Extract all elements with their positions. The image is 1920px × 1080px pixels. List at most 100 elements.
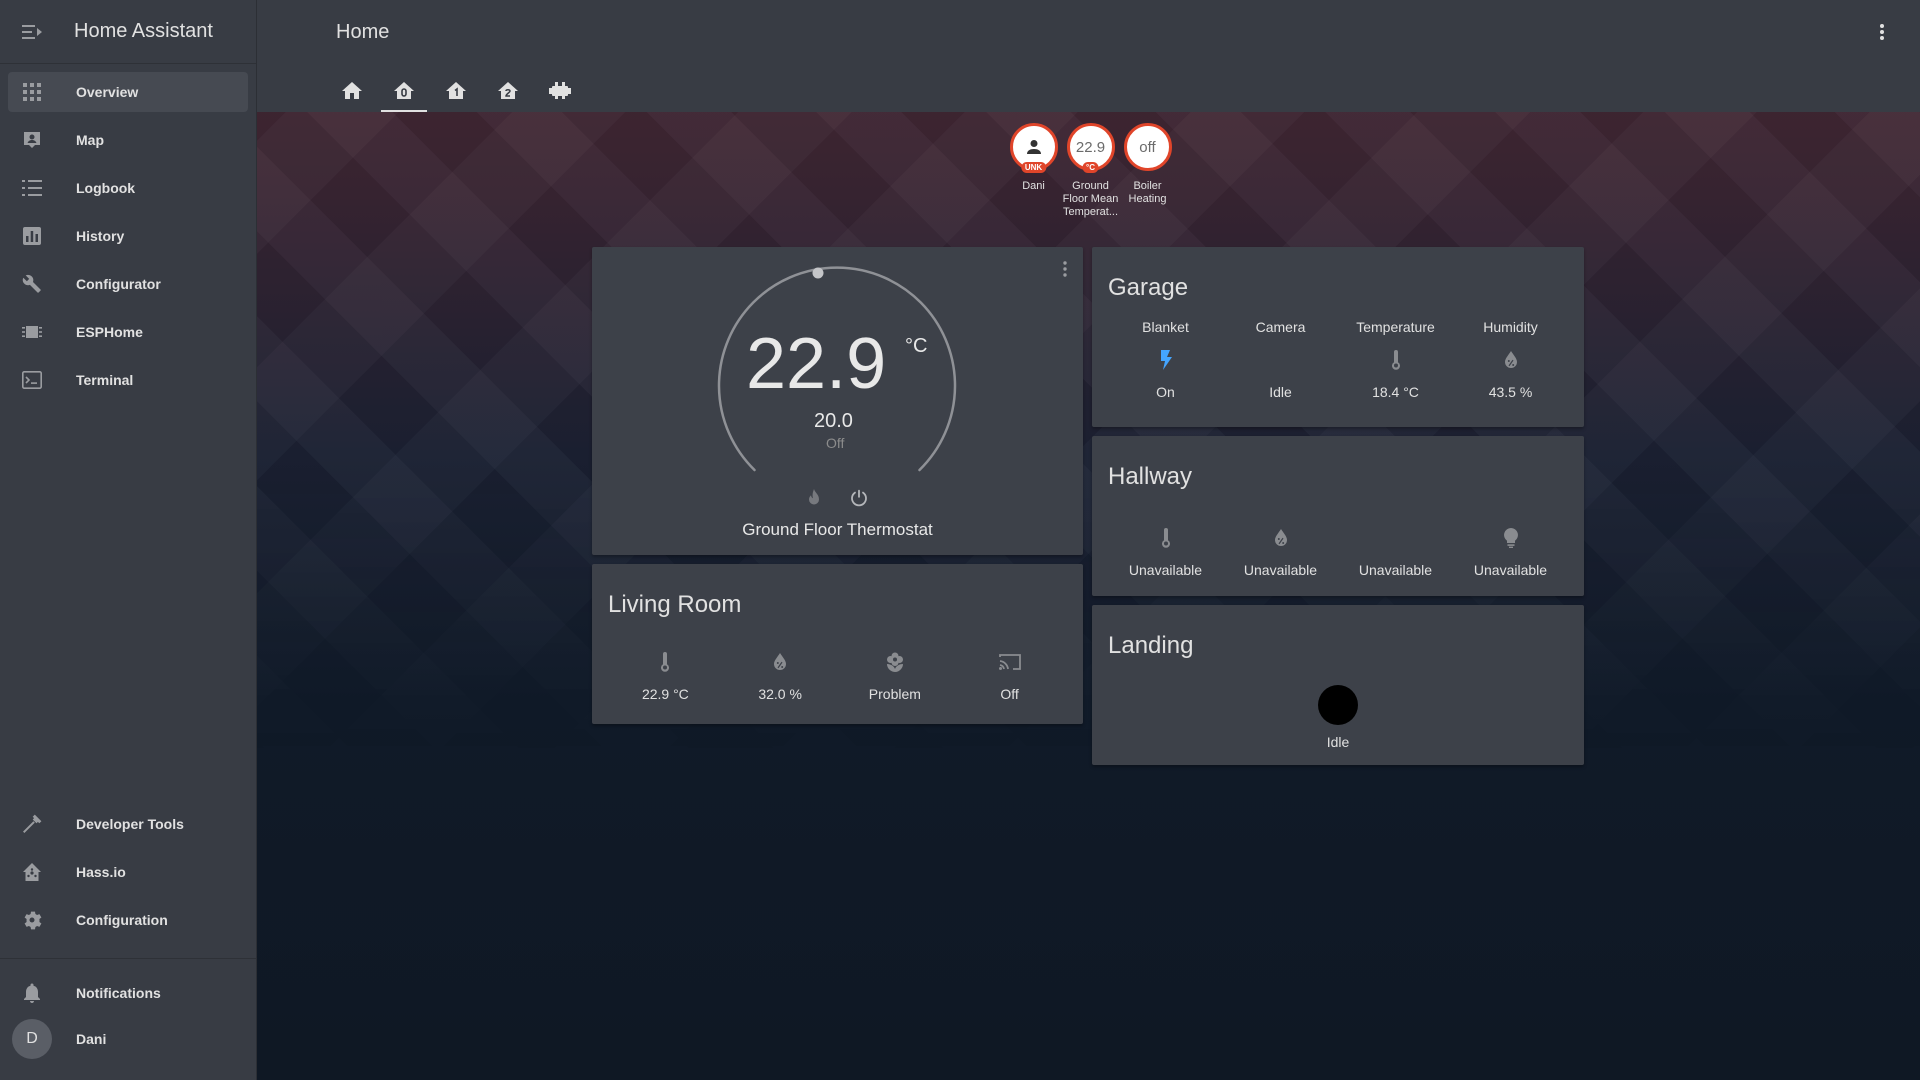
sidebar-nav: Overview Map Logbook History Configurato… [0, 72, 256, 400]
garage-blanket[interactable]: Blanket On [1108, 319, 1223, 400]
sidebar-item-logbook[interactable]: Logbook [8, 168, 248, 208]
temperature-unit: °C [905, 335, 928, 357]
entity-avatar [1318, 685, 1358, 725]
page-title: Home [336, 21, 390, 43]
dial-handle[interactable] [812, 267, 824, 279]
sidebar-item-notifications[interactable]: Notifications [8, 973, 248, 1013]
sidebar-item-label: Configuration [76, 912, 168, 928]
hallway-entity-3[interactable]: Unavailable [1338, 526, 1453, 578]
card-title: Living Room [608, 591, 742, 618]
thermometer-icon [659, 650, 671, 674]
sidebar-bottom-nav: Developer Tools Hass.io Configuration [0, 804, 256, 940]
dots-vertical-icon [1880, 24, 1884, 40]
flower-icon [886, 650, 904, 674]
badge-value: 22.9 [1075, 138, 1106, 156]
account-icon [1026, 140, 1041, 154]
heat-mode-button[interactable] [806, 489, 822, 512]
sidebar: Home Assistant Overview Map Logbook Hist… [0, 0, 257, 1080]
badge-row: UNK Dani 22.9 °C Ground Floor Mean Tempe… [1005, 123, 1176, 219]
entity-state: Idle [1326, 734, 1350, 750]
card-more-button[interactable] [1063, 261, 1067, 282]
main-area: Home UNK Dani 22.9 °C Ground Floor Mean … [257, 0, 1920, 1080]
badge-circle: 22.9 °C [1066, 123, 1115, 173]
tab-home[interactable] [326, 68, 378, 112]
badge-dani[interactable]: UNK Dani [1005, 123, 1062, 219]
power-button[interactable] [850, 489, 868, 512]
home-floor-2-icon [498, 82, 518, 99]
hallway-humidity[interactable]: Unavailable [1223, 526, 1338, 578]
tab-first-floor[interactable] [430, 68, 482, 112]
tab-boiler[interactable] [534, 68, 586, 112]
sidebar-item-configurator[interactable]: Configurator [8, 264, 248, 304]
sidebar-item-hassio[interactable]: Hass.io [8, 852, 248, 892]
bell-icon [12, 983, 52, 1003]
garage-camera[interactable]: Camera Idle [1223, 319, 1338, 400]
sidebar-item-configuration[interactable]: Configuration [8, 900, 248, 940]
entity-state: 43.5 % [1488, 384, 1533, 400]
living-room-humidity[interactable]: 32.0 % [723, 650, 838, 702]
thermostat-card: 22.9 °C 20.0 Off Ground Floor Thermostat [592, 247, 1083, 555]
list-icon [12, 179, 52, 197]
card-title: Hallway [1108, 463, 1193, 490]
entity-state: Off [1000, 686, 1019, 702]
badge-boiler-heating[interactable]: off Boiler Heating [1119, 123, 1176, 219]
water-percent-icon [773, 650, 787, 674]
sidebar-item-label: Developer Tools [76, 816, 184, 832]
hammer-icon [12, 814, 52, 834]
tab-ground-floor[interactable] [378, 68, 430, 112]
living-room-temperature[interactable]: 22.9 °C [608, 650, 723, 702]
sidebar-item-label: Logbook [76, 180, 136, 196]
badge-ground-floor-mean-temp[interactable]: 22.9 °C Ground Floor Mean Temperat... [1062, 123, 1119, 219]
sidebar-item-terminal[interactable]: Terminal [8, 360, 248, 400]
card-title: Garage [1108, 274, 1189, 301]
badge-label: Boiler Heating [1128, 180, 1167, 205]
hallway-light[interactable]: Unavailable [1453, 526, 1568, 578]
landing-entity[interactable]: Idle [1092, 685, 1584, 750]
card-title: Landing [1108, 632, 1194, 659]
chip-icon [12, 322, 52, 342]
wrench-icon [12, 274, 52, 294]
sidebar-item-overview[interactable]: Overview [8, 72, 248, 112]
entity-name: Camera [1255, 319, 1306, 335]
badge-circle: UNK [1009, 123, 1058, 173]
entity-state: 18.4 °C [1372, 384, 1419, 400]
top-app-bar: Home [257, 0, 1920, 112]
tab-second-floor[interactable] [482, 68, 534, 112]
entity-row: Unavailable Unavailable Unavailable Unav… [1108, 526, 1568, 578]
sidebar-item-map[interactable]: Map [8, 120, 248, 160]
sidebar-header: Home Assistant [0, 0, 256, 64]
menu-collapse-button[interactable] [0, 0, 64, 64]
entity-name: Temperature [1356, 319, 1435, 335]
entity-state: Unavailable [1128, 562, 1203, 578]
sidebar-item-history[interactable]: History [8, 216, 248, 256]
app-title: Home Assistant [74, 20, 213, 42]
sidebar-item-label: Overview [76, 84, 139, 100]
badge-label: Ground Floor Mean Temperat... [1062, 180, 1119, 218]
overflow-menu-button[interactable] [1870, 20, 1894, 44]
factory-icon [549, 82, 571, 99]
sidebar-item-label: Notifications [76, 985, 161, 1001]
garage-humidity[interactable]: Humidity 43.5 % [1453, 319, 1568, 400]
home-floor-0-icon [394, 82, 414, 99]
badge-tag: UNK [1020, 162, 1047, 173]
water-percent-icon [1504, 348, 1518, 372]
hallway-temperature[interactable]: Unavailable [1108, 526, 1223, 578]
sidebar-item-esphome[interactable]: ESPHome [8, 312, 248, 352]
avatar: D [12, 1019, 52, 1059]
sidebar-item-label: Hass.io [76, 864, 126, 880]
badge-tag: °C [1082, 162, 1099, 173]
living-room-plant[interactable]: Problem [838, 650, 953, 702]
garage-temperature[interactable]: Temperature 18.4 °C [1338, 319, 1453, 400]
entity-state: Unavailable [1243, 562, 1318, 578]
landing-card: Landing Idle [1092, 605, 1584, 765]
map-icon [12, 130, 52, 150]
entity-state: Problem [868, 686, 921, 702]
thermometer-icon [1390, 348, 1402, 372]
home-floor-1-icon [446, 82, 466, 99]
sidebar-item-developer-tools[interactable]: Developer Tools [8, 804, 248, 844]
sidebar-item-profile[interactable]: D Dani [8, 1017, 248, 1061]
garage-card: Garage Blanket On Camera Idle Temperatur… [1092, 247, 1584, 427]
living-room-cast[interactable]: Off [952, 650, 1067, 702]
menu-collapse-icon [22, 24, 42, 39]
home-assistant-icon [12, 862, 52, 882]
